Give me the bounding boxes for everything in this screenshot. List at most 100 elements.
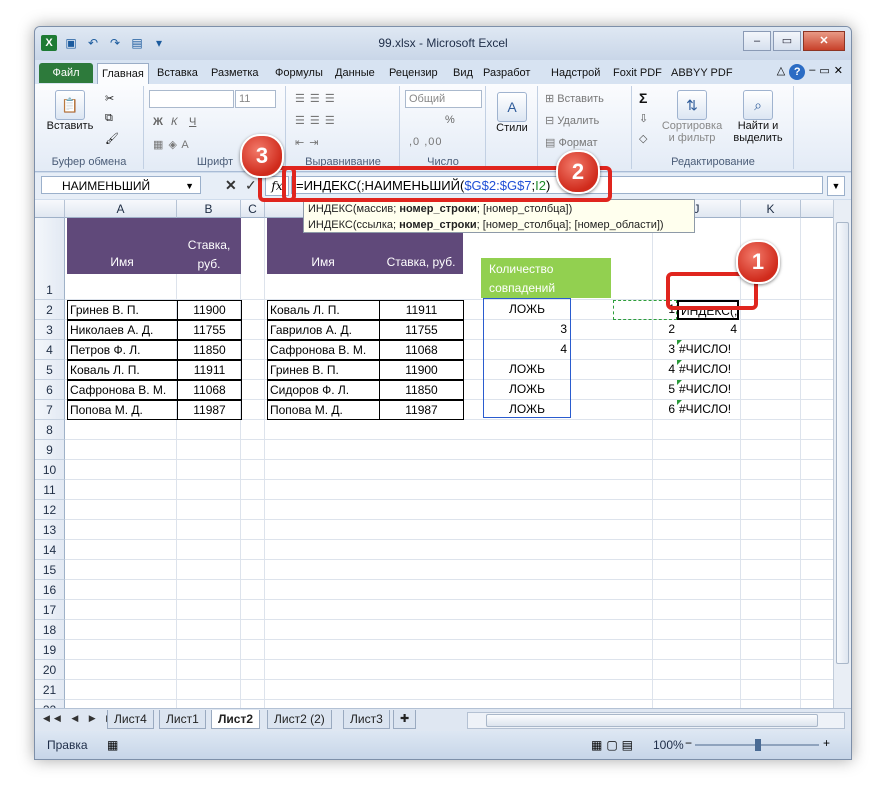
- table2-rate-cell[interactable]: 11850: [379, 380, 464, 400]
- table1-rate-cell[interactable]: 11911: [177, 360, 242, 380]
- format-painter-icon[interactable]: 🖌: [105, 132, 119, 145]
- tooltip-1-arg[interactable]: номер_строки: [399, 203, 477, 215]
- autosum-button[interactable]: Σ: [639, 90, 647, 106]
- font-name-select[interactable]: [149, 90, 234, 108]
- row-header-20[interactable]: 20: [35, 660, 65, 680]
- table1-rate-cell[interactable]: 11755: [177, 320, 242, 340]
- sheet-tab-list1[interactable]: Лист1: [159, 710, 206, 729]
- italic-button[interactable]: К: [171, 116, 177, 128]
- font-size-select[interactable]: 11: [235, 90, 276, 108]
- row-header-16[interactable]: 16: [35, 580, 65, 600]
- tab-developer[interactable]: Разработ: [479, 63, 534, 83]
- result-cell[interactable]: #ЧИСЛО!: [677, 360, 739, 380]
- collapse-ribbon-icon[interactable]: △: [777, 64, 785, 80]
- table2-rate-cell[interactable]: 11987: [379, 400, 464, 420]
- underline-button[interactable]: Ч: [189, 116, 196, 128]
- cut-icon[interactable]: ✂: [105, 92, 114, 105]
- tab-page-layout[interactable]: Разметка: [207, 63, 263, 83]
- column-header-b[interactable]: B: [177, 200, 241, 218]
- row-header-19[interactable]: 19: [35, 640, 65, 660]
- horizontal-scroll-thumb[interactable]: [486, 714, 818, 727]
- tab-addins[interactable]: Надстрой: [547, 63, 604, 83]
- clear-icon[interactable]: ◇: [639, 132, 647, 145]
- format-cells-button[interactable]: ▤ Формат: [545, 136, 598, 149]
- result-cell[interactable]: 4: [677, 320, 739, 340]
- row-header-22[interactable]: 22: [35, 700, 65, 708]
- tab-view[interactable]: Вид: [449, 63, 477, 83]
- doc-minimize-icon[interactable]: –: [809, 64, 815, 80]
- row-header-18[interactable]: 18: [35, 620, 65, 640]
- table1-name-cell[interactable]: Сафронова В. М.: [67, 380, 178, 400]
- row-header-21[interactable]: 21: [35, 680, 65, 700]
- table1-name-cell[interactable]: Николаев А. Д.: [67, 320, 178, 340]
- vertical-scrollbar[interactable]: [833, 200, 851, 708]
- row-header-8[interactable]: 8: [35, 420, 65, 440]
- name-box-dropdown-icon[interactable]: ▼: [185, 177, 194, 195]
- match-count-header[interactable]: Количество совпадений: [481, 258, 611, 298]
- index-cell[interactable]: 4: [613, 360, 677, 380]
- table2-name-cell[interactable]: Коваль Л. П.: [267, 300, 380, 320]
- result-cell[interactable]: #ЧИСЛО!: [677, 340, 739, 360]
- result-cell[interactable]: #ЧИСЛО!: [677, 380, 739, 400]
- row-header-5[interactable]: 5: [35, 360, 65, 380]
- tab-formulas[interactable]: Формулы: [271, 63, 327, 83]
- macro-record-icon[interactable]: ▦: [107, 738, 118, 752]
- new-sheet-icon[interactable]: ✚: [393, 710, 417, 729]
- row-header-15[interactable]: 15: [35, 560, 65, 580]
- row-header-11[interactable]: 11: [35, 480, 65, 500]
- column-header-k[interactable]: K: [741, 200, 801, 218]
- error-indicator-icon[interactable]: [677, 400, 682, 405]
- zoom-out-icon[interactable]: −: [685, 736, 692, 750]
- row-header-12[interactable]: 12: [35, 500, 65, 520]
- error-indicator-icon[interactable]: [677, 360, 682, 365]
- table2-name-cell[interactable]: Сафронова В. М.: [267, 340, 380, 360]
- table1-name-cell[interactable]: Петров Ф. Л.: [67, 340, 178, 360]
- table2-name-cell[interactable]: Гринев В. П.: [267, 360, 380, 380]
- table2-rate-cell[interactable]: 11911: [379, 300, 464, 320]
- sheet-tab-list4[interactable]: Лист4: [107, 710, 154, 729]
- paste-button[interactable]: 📋 Вставить: [45, 90, 95, 132]
- index-cell[interactable]: 5: [613, 380, 677, 400]
- error-indicator-icon[interactable]: [677, 380, 682, 385]
- table2-name-cell[interactable]: Гаврилов А. Д.: [267, 320, 380, 340]
- match-value-cell[interactable]: 3: [485, 320, 569, 340]
- index-cell[interactable]: 6: [613, 400, 677, 420]
- styles-button[interactable]: A Стили: [495, 92, 529, 134]
- horizontal-scrollbar[interactable]: [467, 712, 845, 729]
- match-value-cell[interactable]: 4: [485, 340, 569, 360]
- column-header-a[interactable]: A: [65, 200, 177, 218]
- minimize-button[interactable]: –: [743, 31, 771, 51]
- table1-rate-cell[interactable]: 11068: [177, 380, 242, 400]
- row-header-6[interactable]: 6: [35, 380, 65, 400]
- row-header-7[interactable]: 7: [35, 400, 65, 420]
- row-header-1[interactable]: 1: [35, 218, 65, 300]
- table1-name-cell[interactable]: Попова М. Д.: [67, 400, 178, 420]
- tab-foxit-pdf[interactable]: Foxit PDF: [609, 63, 666, 83]
- index-cell[interactable]: 3: [613, 340, 677, 360]
- column-header-c[interactable]: C: [241, 200, 265, 218]
- zoom-slider-knob[interactable]: [755, 739, 761, 751]
- close-button[interactable]: ✕: [803, 31, 845, 51]
- tab-file[interactable]: Файл: [39, 63, 93, 83]
- delete-cells-button[interactable]: ⊟ Удалить: [545, 114, 599, 127]
- row-header-13[interactable]: 13: [35, 520, 65, 540]
- row-header-9[interactable]: 9: [35, 440, 65, 460]
- name-box[interactable]: НАИМЕНЬШИЙ ▼: [41, 176, 201, 194]
- table1-header-rate[interactable]: Ставка, руб.: [177, 218, 241, 274]
- table1-name-cell[interactable]: Гринев В. П.: [67, 300, 178, 320]
- align-top-row[interactable]: ☰ ☰ ☰: [295, 92, 336, 105]
- result-cell[interactable]: #ЧИСЛО!: [677, 400, 739, 420]
- decimal-row[interactable]: ,0 ,00: [409, 136, 443, 148]
- table1-name-cell[interactable]: Коваль Л. П.: [67, 360, 178, 380]
- expand-formula-bar-icon[interactable]: ▼: [827, 176, 845, 196]
- doc-close-icon[interactable]: ✕: [834, 64, 843, 80]
- tab-data[interactable]: Данные: [331, 63, 379, 83]
- tab-abbyy-pdf[interactable]: ABBYY PDF: [667, 63, 737, 83]
- row-header-17[interactable]: 17: [35, 600, 65, 620]
- view-buttons[interactable]: ▦▢▤: [591, 738, 637, 752]
- zoom-in-icon[interactable]: +: [823, 736, 830, 750]
- percent-button[interactable]: %: [445, 114, 455, 126]
- row-header-2[interactable]: 2: [35, 300, 65, 320]
- table1-header-name[interactable]: Имя: [67, 218, 177, 274]
- maximize-button[interactable]: ▭: [773, 31, 801, 51]
